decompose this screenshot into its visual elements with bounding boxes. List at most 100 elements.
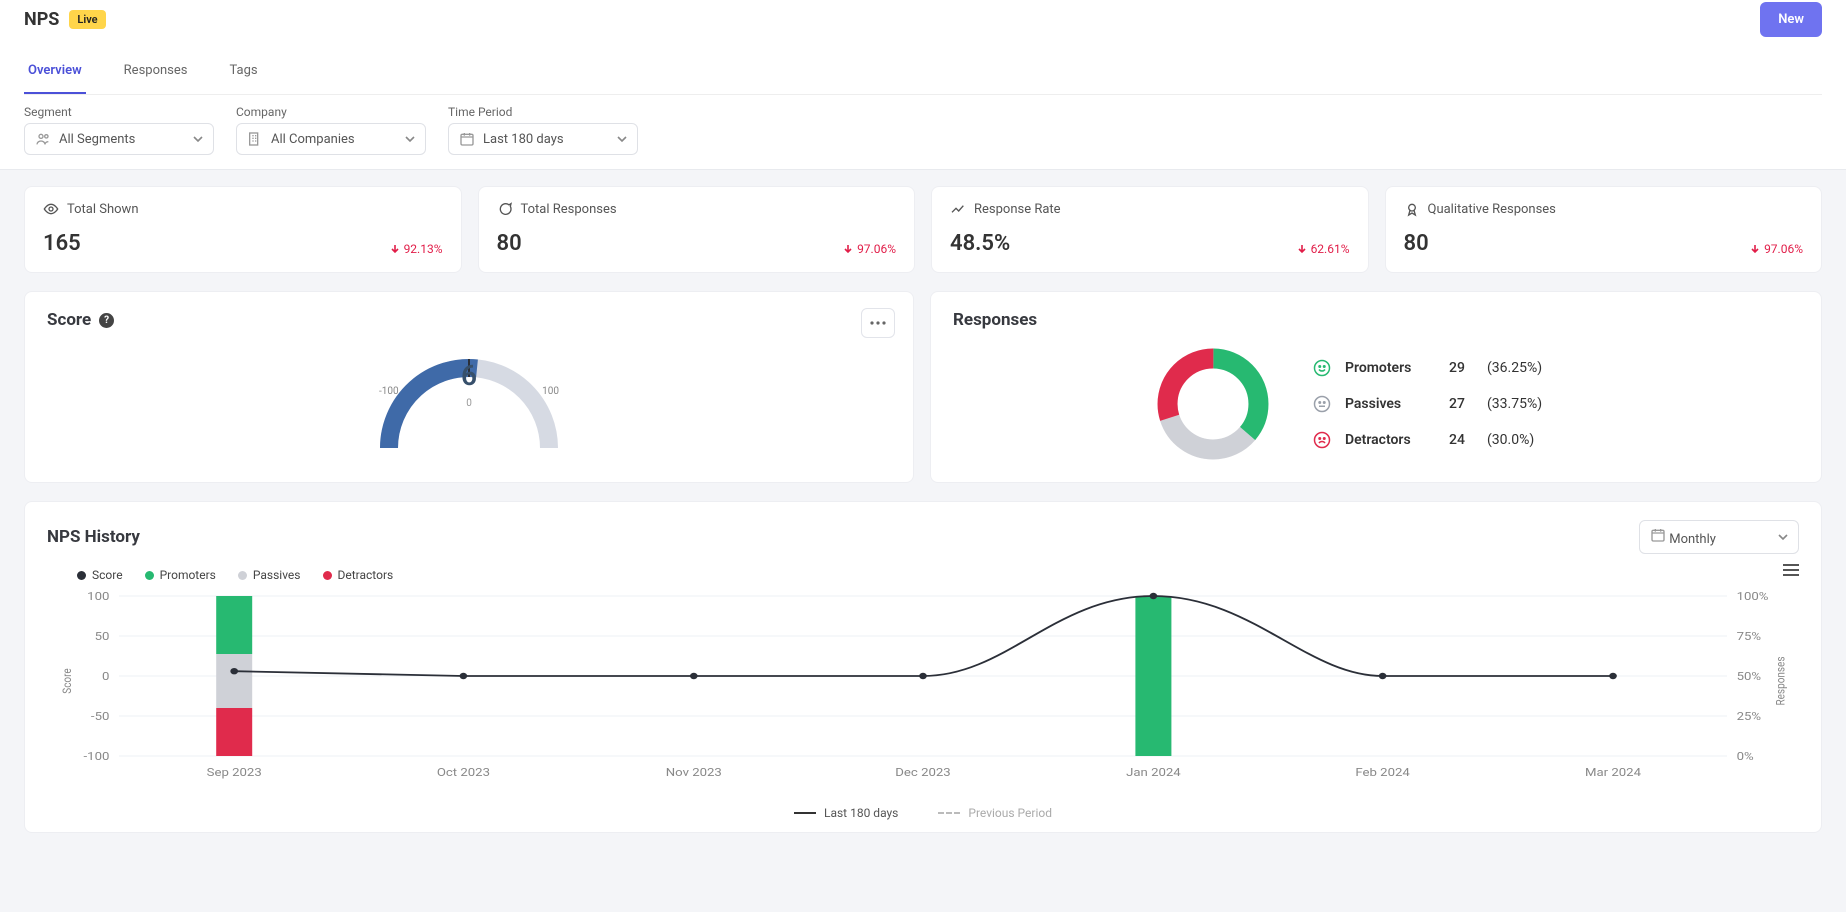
kpi-delta: 97.06% — [843, 242, 896, 256]
chat-icon — [497, 201, 513, 217]
segment-select[interactable]: All Segments — [24, 123, 214, 155]
period-label: Time Period — [448, 105, 638, 119]
svg-text:Feb 2024: Feb 2024 — [1355, 766, 1410, 779]
chart-menu-button[interactable] — [1783, 564, 1799, 580]
kpi-row: Total Shown 165 92.13% Total Responses 8… — [24, 186, 1822, 273]
badge-icon — [1404, 201, 1420, 217]
calendar-icon — [459, 131, 475, 147]
legend-passives: Passives — [253, 568, 301, 582]
svg-text:50: 50 — [95, 630, 110, 643]
detractors-pct: (30.0%) — [1487, 432, 1534, 448]
passives-count: 27 — [1449, 396, 1473, 412]
gauge-min: -100 — [379, 386, 399, 397]
score-title-text: Score — [47, 310, 91, 330]
promoters-label: Promoters — [1345, 360, 1435, 376]
legend-promoters: Promoters 29 (36.25%) — [1313, 359, 1542, 377]
period-select[interactable]: Last 180 days — [448, 123, 638, 155]
gauge-max: 100 — [542, 386, 559, 397]
company-select[interactable]: All Companies — [236, 123, 426, 155]
chevron-down-icon — [193, 134, 203, 144]
svg-text:Sep 2023: Sep 2023 — [207, 766, 262, 779]
calendar-icon — [1650, 527, 1666, 543]
svg-text:50%: 50% — [1737, 670, 1762, 683]
company-value: All Companies — [271, 132, 355, 147]
kpi-total-responses: Total Responses 80 97.06% — [478, 186, 916, 273]
score-card: Score ? 0 6 -100 100 — [24, 291, 914, 483]
kpi-value: 165 — [43, 231, 81, 256]
status-badge: Live — [69, 10, 105, 29]
svg-text:Dec 2023: Dec 2023 — [895, 766, 951, 779]
responses-title: Responses — [953, 310, 1799, 330]
kpi-delta-value: 62.61% — [1311, 242, 1350, 256]
svg-text:Responses: Responses — [1774, 656, 1788, 705]
bar-jan-2024 — [1135, 596, 1171, 756]
tab-overview[interactable]: Overview — [24, 51, 86, 94]
history-period-select[interactable]: Monthly — [1639, 520, 1799, 554]
chevron-down-icon — [617, 134, 627, 144]
history-period-value: Monthly — [1669, 532, 1716, 547]
kpi-label: Qualitative Responses — [1428, 202, 1556, 217]
filter-bar: Segment All Segments Company All Compani… — [0, 95, 1846, 170]
dots-icon — [870, 321, 886, 325]
arrow-down-icon — [1297, 244, 1307, 254]
footer-previous: Previous Period — [968, 806, 1052, 820]
kpi-delta-value: 92.13% — [404, 242, 443, 256]
chevron-down-icon — [1778, 532, 1788, 542]
svg-text:100%: 100% — [1737, 590, 1769, 603]
history-footer-legend: Last 180 days Previous Period — [47, 806, 1799, 820]
help-icon[interactable]: ? — [99, 313, 114, 328]
kpi-value: 80 — [497, 231, 522, 256]
kpi-qualitative-responses: Qualitative Responses 80 97.06% — [1385, 186, 1823, 273]
history-chart: 100 50 0 -50 -100 100% 75% 50% 25% 0% Sc… — [47, 586, 1799, 796]
gauge-zero: 0 — [466, 398, 472, 409]
kpi-label: Total Responses — [521, 202, 617, 217]
svg-text:100: 100 — [87, 590, 109, 603]
legend-score: Score — [92, 568, 123, 582]
svg-text:-50: -50 — [91, 710, 110, 723]
kpi-delta-value: 97.06% — [857, 242, 896, 256]
arrow-down-icon — [1750, 244, 1760, 254]
history-card: NPS History Monthly Score Promoters Pass… — [24, 501, 1822, 833]
tab-responses[interactable]: Responses — [120, 51, 192, 94]
svg-text:0%: 0% — [1737, 750, 1754, 763]
promoters-count: 29 — [1449, 360, 1473, 376]
arrow-down-icon — [843, 244, 853, 254]
chevron-down-icon — [405, 134, 415, 144]
page-title: NPS — [24, 9, 59, 30]
svg-text:Nov 2023: Nov 2023 — [666, 766, 722, 779]
detractors-count: 24 — [1449, 432, 1473, 448]
kpi-label: Response Rate — [974, 202, 1061, 217]
history-title: NPS History — [47, 527, 140, 547]
segment-label: Segment — [24, 105, 214, 119]
arrow-down-icon — [390, 244, 400, 254]
kpi-value: 80 — [1404, 231, 1429, 256]
responses-donut — [1153, 344, 1273, 464]
svg-text:25%: 25% — [1737, 710, 1762, 723]
new-button[interactable]: New — [1760, 2, 1822, 37]
svg-text:Jan 2024: Jan 2024 — [1126, 766, 1181, 779]
footer-current: Last 180 days — [824, 806, 898, 820]
responses-legend: Promoters 29 (36.25%) Passives 27 (33.75… — [1313, 359, 1542, 449]
responses-card: Responses Promoters 29 (36.25 — [930, 291, 1822, 483]
tab-tags[interactable]: Tags — [226, 51, 262, 94]
kpi-delta: 97.06% — [1750, 242, 1803, 256]
period-value: Last 180 days — [483, 132, 564, 147]
detractors-label: Detractors — [1345, 432, 1435, 448]
history-series-legend: Score Promoters Passives Detractors — [77, 568, 1799, 582]
svg-text:Mar 2024: Mar 2024 — [1585, 766, 1641, 779]
neutral-icon — [1313, 395, 1331, 413]
card-menu-button[interactable] — [861, 308, 895, 338]
bar-sep-2023 — [216, 596, 252, 756]
segment-value: All Segments — [59, 132, 135, 147]
frown-icon — [1313, 431, 1331, 449]
score-title: Score ? — [47, 310, 891, 330]
kpi-value: 48.5% — [950, 231, 1010, 256]
svg-text:0: 0 — [102, 670, 110, 683]
kpi-label: Total Shown — [67, 202, 139, 217]
kpi-delta: 92.13% — [390, 242, 443, 256]
trend-icon — [950, 201, 966, 217]
legend-passives: Passives 27 (33.75%) — [1313, 395, 1542, 413]
kpi-delta: 62.61% — [1297, 242, 1350, 256]
company-label: Company — [236, 105, 426, 119]
tabs: Overview Responses Tags — [24, 51, 1822, 95]
